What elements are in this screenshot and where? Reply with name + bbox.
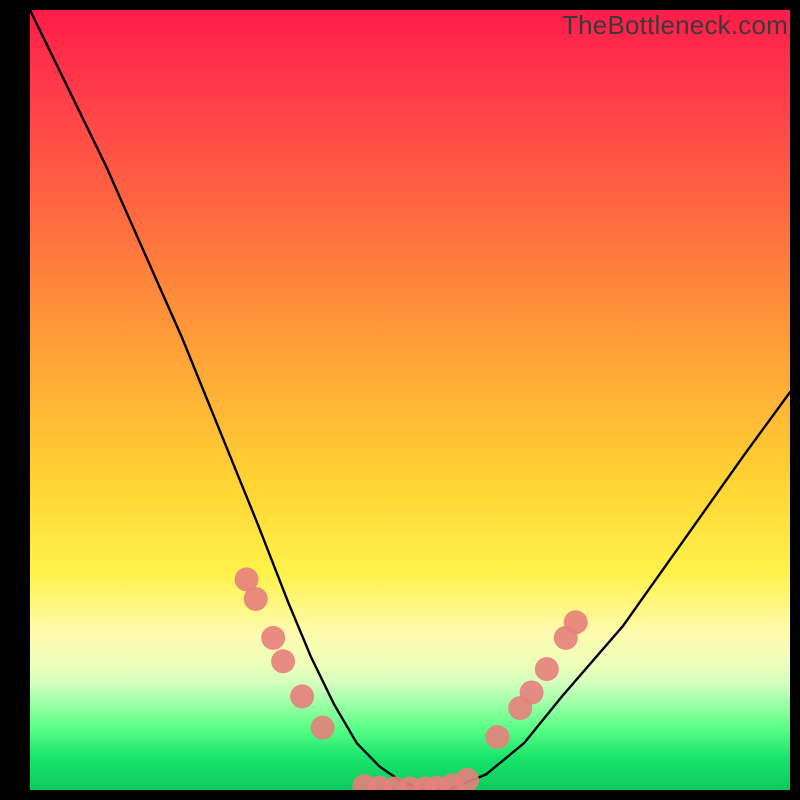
watermark-text: TheBottleneck.com xyxy=(562,10,788,41)
chart-frame: TheBottleneck.com xyxy=(0,0,800,800)
chart-plot-area xyxy=(30,10,790,790)
